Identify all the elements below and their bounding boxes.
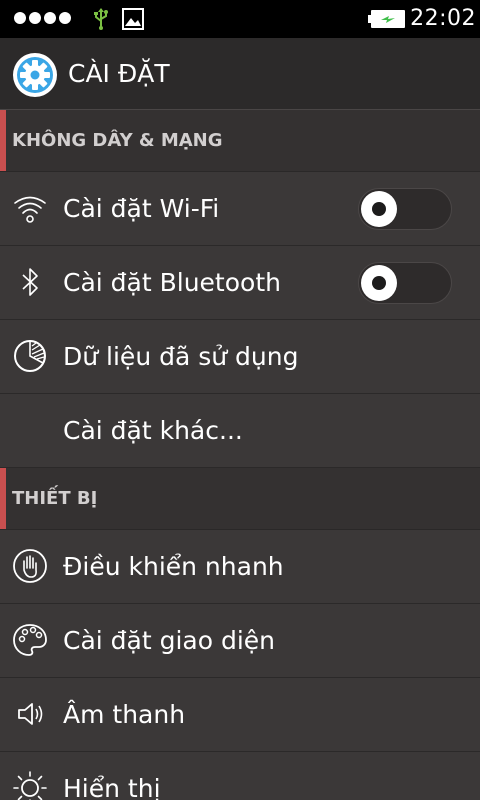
toggle-knob: [361, 265, 397, 301]
settings-item-label: Cài đặt giao diện: [63, 626, 276, 655]
settings-item-sound[interactable]: Âm thanh: [0, 678, 480, 752]
hand-icon: [13, 549, 47, 583]
settings-item-display[interactable]: Hiển thị: [0, 752, 480, 800]
wifi-toggle[interactable]: [358, 188, 452, 230]
page-title: CÀI ĐẶT: [68, 59, 170, 88]
bluetooth-icon: [22, 268, 38, 296]
section-accent-bar: [0, 110, 6, 171]
toggle-knob: [361, 191, 397, 227]
settings-item-label: Âm thanh: [63, 700, 186, 729]
signal-dots-icon: [14, 12, 71, 24]
section-accent-bar: [0, 468, 6, 529]
usb-icon: [94, 8, 108, 30]
image-icon: [122, 8, 144, 30]
app-bar: CÀI ĐẶT: [0, 38, 480, 110]
settings-item-label: Dữ liệu đã sử dụng: [63, 342, 299, 371]
palette-icon: [13, 624, 47, 656]
settings-item-data-usage[interactable]: Dữ liệu đã sử dụng: [0, 320, 480, 394]
section-header-device: THIẾT BỊ: [0, 468, 480, 530]
settings-item-more[interactable]: Cài đặt khác...: [0, 394, 480, 468]
wifi-icon: [14, 196, 46, 223]
settings-item-label: Cài đặt khác...: [63, 416, 243, 445]
settings-item-wifi[interactable]: Cài đặt Wi-Fi: [0, 172, 480, 246]
bluetooth-toggle[interactable]: [358, 262, 452, 304]
settings-item-label: Hiển thị: [63, 774, 161, 800]
settings-item-quick-control[interactable]: Điều khiển nhanh: [0, 530, 480, 604]
status-clock: 22:02: [410, 6, 476, 31]
brightness-icon: [13, 771, 47, 800]
data-usage-icon: [14, 340, 46, 372]
section-title: KHÔNG DÂY & MẠNG: [12, 130, 223, 151]
settings-gear-icon[interactable]: [12, 52, 58, 98]
settings-item-theme[interactable]: Cài đặt giao diện: [0, 604, 480, 678]
section-header-wireless: KHÔNG DÂY & MẠNG: [0, 110, 480, 172]
speaker-icon: [18, 703, 43, 725]
settings-item-label: Cài đặt Wi-Fi: [63, 194, 220, 223]
settings-item-bluetooth[interactable]: Cài đặt Bluetooth: [0, 246, 480, 320]
settings-item-label: Điều khiển nhanh: [63, 552, 284, 581]
section-title: THIẾT BỊ: [12, 488, 98, 509]
battery-charging-icon: [368, 10, 405, 28]
status-bar: 22:02: [0, 0, 480, 38]
settings-item-label: Cài đặt Bluetooth: [63, 268, 281, 297]
